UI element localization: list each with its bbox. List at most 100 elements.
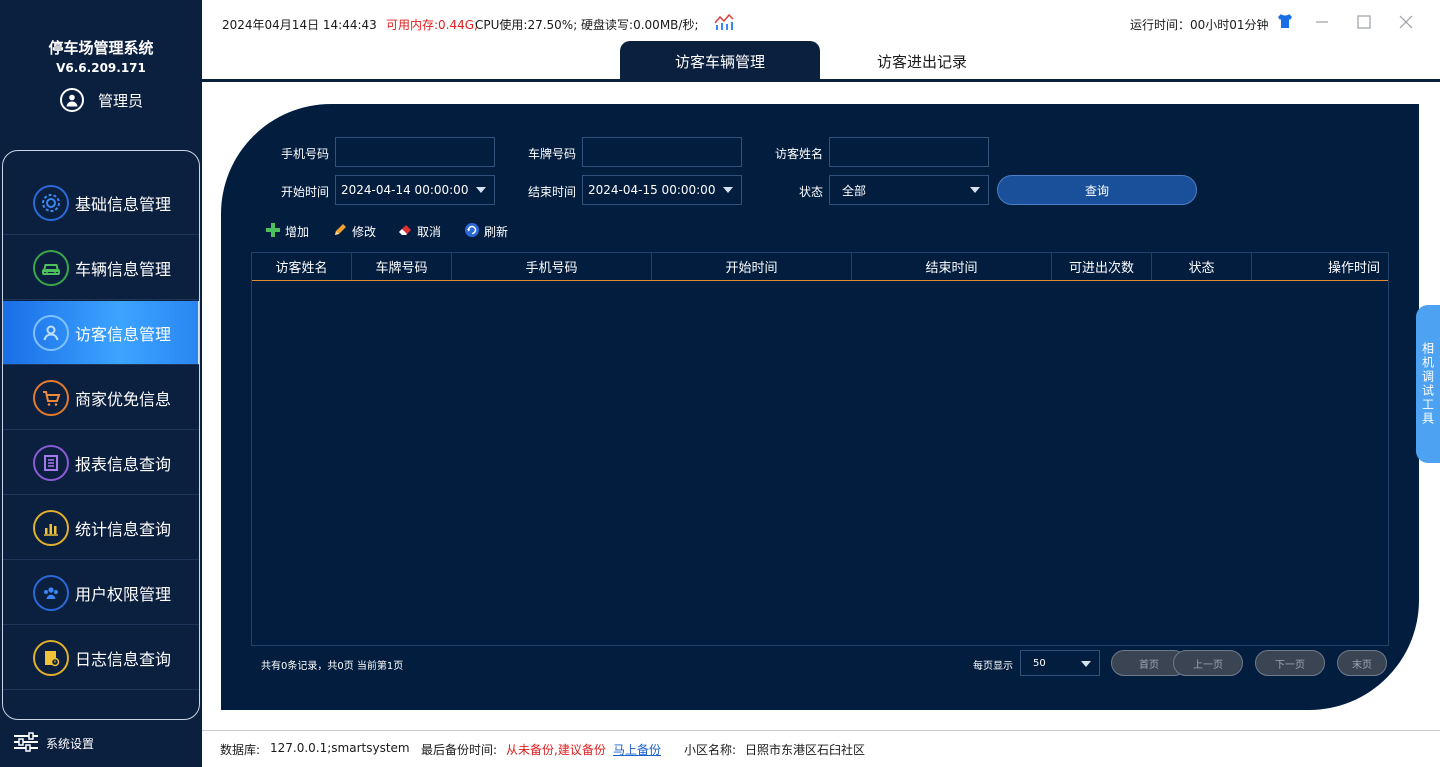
performance-chart-icon[interactable] [714,13,734,34]
status-select[interactable]: 全部 [829,175,989,205]
column-header[interactable]: 可进出次数 [1052,253,1152,280]
phone-input[interactable] [335,137,495,167]
user-name: 管理员 [98,91,144,110]
nav-item-user-permissions[interactable]: 用户权限管理 [3,561,199,625]
status-bar: 数据库: 127.0.0.1;smartsystem 最后备份时间: 从未备份,… [202,730,1440,767]
app-version: V6.6.209.171 [56,61,146,75]
nav-item-stats-query[interactable]: 统计信息查询 [3,496,199,560]
log-icon [33,639,69,676]
report-icon [33,444,69,481]
cancel-button[interactable]: 取消 [397,222,441,241]
prev-page-button[interactable]: 上一页 [1173,650,1243,676]
add-label: 增加 [285,225,310,239]
column-header[interactable]: 手机号码 [452,253,652,280]
nav-item-basic-info[interactable]: 基础信息管理 [3,171,199,235]
nav-item-report-query[interactable]: 报表信息查询 [3,431,199,495]
tab-visitor-records[interactable]: 访客进出记录 [820,41,1024,81]
plus-icon [265,222,281,241]
close-button[interactable] [1394,10,1418,34]
minimize-button[interactable] [1310,10,1334,34]
nav-item-visitor-info[interactable]: 访客信息管理 [3,301,199,365]
runtime-status: 运行时间：00小时01分钟 [1130,18,1269,32]
column-header[interactable]: 开始时间 [652,253,852,280]
last-page-button[interactable]: 末页 [1337,650,1387,676]
nav-item-label: 访客信息管理 [75,324,172,344]
backup-label: 最后备份时间: [421,743,498,757]
nav-item-label: 用户权限管理 [75,584,172,604]
add-button[interactable]: 增加 [265,222,309,241]
stats-icon [33,509,69,546]
pager-info: 共有0条记录，共0页 当前第1页 [261,661,404,672]
chevron-down-icon [1081,661,1091,667]
skin-shirt-icon[interactable] [1276,12,1294,33]
settings-label: 系统设置 [46,737,95,751]
column-header[interactable]: 状态 [1152,253,1252,280]
plate-input[interactable] [582,137,742,167]
visitor-name-input[interactable] [829,137,989,167]
nav-item-label: 商家优免信息 [75,389,172,409]
chevron-down-icon [476,187,486,193]
content-area: 手机号码 车牌号码 访客姓名 开始时间 2024-04-14 00:00:00 … [202,82,1440,730]
next-page-button[interactable]: 下一页 [1255,650,1325,676]
refresh-label: 刷新 [484,225,509,239]
current-user[interactable]: 管理员 [60,88,143,112]
cart-icon [33,379,69,416]
edit-button[interactable]: 修改 [332,222,376,241]
table-header: 访客姓名 车牌号码 手机号码 开始时间 结束时间 可进出次数 状态 操作时间 [252,253,1388,281]
maximize-button[interactable] [1352,10,1376,34]
nav-item-label: 统计信息查询 [75,519,172,539]
tab-visitor-vehicles[interactable]: 访客车辆管理 [620,41,820,81]
cancel-label: 取消 [417,225,442,239]
cpu-disk-status: CPU使用:27.50%; 硬盘读写:0.00MB/秒; [475,18,699,32]
db-label: 数据库: [220,743,261,757]
system-settings-button[interactable]: 系统设置 [12,732,94,755]
nav-item-label: 车辆信息管理 [75,259,172,279]
nav-menu: 基础信息管理 车辆信息管理 访客信息管理 商家优免信息 报表信息查询 统计信息查… [2,150,200,720]
nav-item-label: 报表信息查询 [75,454,172,474]
visitor-icon [33,314,69,351]
sidebar: 停车场管理系统 V6.6.209.171 管理员 基础信息管理 车辆信息管理 访… [0,0,202,767]
visitor-vehicle-panel: 手机号码 车牌号码 访客姓名 开始时间 2024-04-14 00:00:00 … [221,104,1419,710]
end-time-label: 结束时间 [528,185,577,199]
edit-label: 修改 [352,225,377,239]
refresh-button[interactable]: 刷新 [464,222,508,241]
visitor-name-label: 访客姓名 [775,147,824,161]
app-window: 停车场管理系统 V6.6.209.171 管理员 基础信息管理 车辆信息管理 访… [0,0,1440,767]
start-time-picker[interactable]: 2024-04-14 00:00:00 [335,175,495,205]
column-header[interactable]: 结束时间 [852,253,1052,280]
phone-label: 手机号码 [281,147,330,161]
nav-item-log-query[interactable]: 日志信息查询 [3,626,199,690]
visitor-vehicle-table: 访客姓名 车牌号码 手机号码 开始时间 结束时间 可进出次数 状态 操作时间 [251,252,1389,646]
user-icon [60,88,84,112]
column-header[interactable]: 车牌号码 [352,253,452,280]
pencil-icon [332,222,348,241]
start-time-label: 开始时间 [281,185,330,199]
plate-label: 车牌号码 [528,147,577,161]
nav-item-label: 日志信息查询 [75,649,172,669]
backup-now-link[interactable]: 马上备份 [613,741,661,758]
backup-status: 从未备份,建议备份 [506,743,606,757]
status-value: 全部 [842,183,867,198]
camera-debug-tool-tab[interactable]: 相机调试工具 [1416,305,1440,463]
nav-item-label: 基础信息管理 [75,194,172,214]
end-time-picker[interactable]: 2024-04-15 00:00:00 [582,175,742,205]
system-datetime: 2024年04月14日 14:44:43 [222,18,377,32]
nav-item-vehicle-info[interactable]: 车辆信息管理 [3,236,199,300]
nav-item-merchant-discount[interactable]: 商家优免信息 [3,366,199,430]
camera-debug-tool-label: 相机调试工具 [1420,342,1435,426]
top-bar: 2024年04月14日 14:44:43 可用内存:0.44G; CPU使用:2… [202,0,1440,82]
column-header[interactable]: 访客姓名 [252,253,352,280]
users-icon [33,574,69,611]
gear-icon [33,184,69,221]
per-page-select[interactable]: 50 [1020,650,1100,676]
per-page-value: 50 [1033,657,1046,669]
query-button[interactable]: 查询 [997,175,1197,205]
status-label: 状态 [799,185,824,199]
chevron-down-icon [970,187,980,193]
db-value: 127.0.0.1;smartsystem [270,741,410,755]
car-icon [33,249,69,286]
column-header[interactable]: 操作时间 [1252,253,1388,280]
start-time-value: 2024-04-14 00:00:00 [341,183,469,197]
per-page-label: 每页显示 [973,661,1013,672]
community-label: 小区名称: [684,743,737,757]
